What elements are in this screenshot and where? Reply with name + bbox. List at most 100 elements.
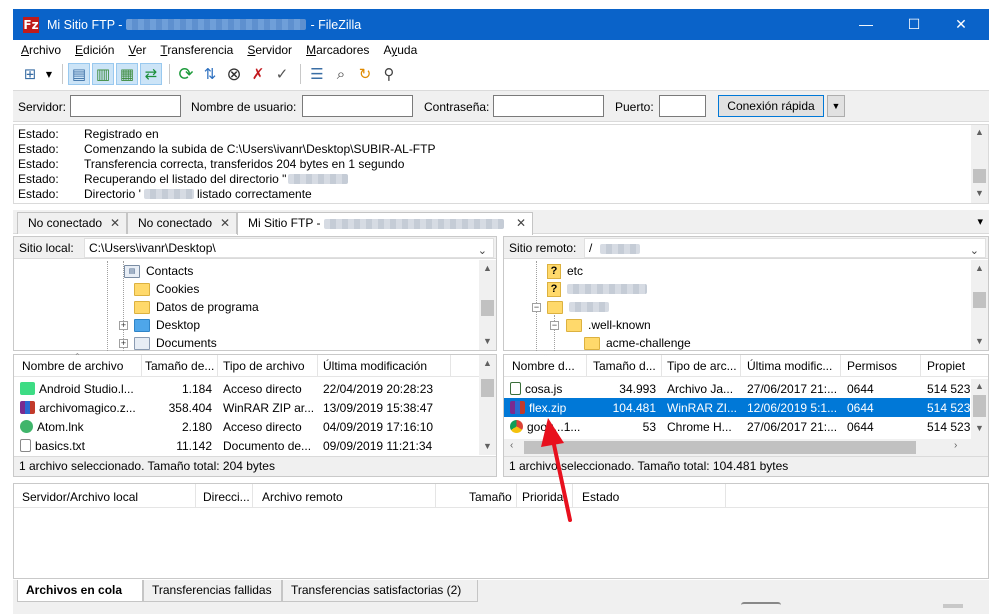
collapse-icon[interactable]: − bbox=[532, 303, 541, 312]
local-tree-item[interactable]: Desktop bbox=[134, 316, 200, 334]
column-separator[interactable] bbox=[217, 355, 218, 377]
local-tree-item[interactable]: Datos de programa bbox=[134, 298, 259, 316]
remote-tree-item[interactable]: .well-known bbox=[566, 316, 651, 334]
menu-archivo[interactable]: Archivo bbox=[21, 43, 61, 57]
close-tab-icon[interactable]: ✕ bbox=[516, 213, 526, 233]
expand-icon[interactable]: + bbox=[119, 321, 128, 330]
server-input[interactable] bbox=[70, 95, 181, 117]
column-header[interactable]: Tamaño bbox=[469, 490, 512, 504]
scroll-thumb[interactable] bbox=[973, 169, 986, 183]
column-header[interactable]: Tamaño d... bbox=[593, 359, 659, 373]
column-header[interactable]: Nombre d... bbox=[512, 359, 584, 373]
maximize-button[interactable]: ☐ bbox=[891, 9, 937, 40]
quickconnect-button[interactable]: Conexión rápida bbox=[718, 95, 824, 117]
close-tab-icon[interactable]: ✕ bbox=[110, 213, 120, 233]
sync-browsing-icon[interactable]: ↻ bbox=[354, 63, 376, 85]
remote-path-combo[interactable]: / ⌄ bbox=[584, 238, 986, 258]
scroll-up-icon[interactable]: ▲ bbox=[971, 381, 988, 391]
local-list-scrollbar[interactable]: ▲ ▼ bbox=[479, 355, 496, 455]
scroll-up-icon[interactable]: ▲ bbox=[479, 263, 496, 273]
column-separator[interactable] bbox=[252, 484, 253, 508]
table-row[interactable]: archivomagico.z... 358.404 WinRAR ZIP ar… bbox=[14, 398, 479, 417]
directory-listing-filters-icon[interactable]: ☰ bbox=[306, 63, 328, 85]
menu-ayuda[interactable]: Ayuda bbox=[383, 43, 417, 57]
toggle-filename-filters-icon[interactable]: ⌕ bbox=[330, 63, 352, 85]
column-header[interactable]: Priorida bbox=[522, 490, 563, 504]
tab-not-connected-2[interactable]: No conectado ✕ bbox=[127, 212, 237, 234]
column-separator[interactable] bbox=[725, 484, 726, 508]
password-input[interactable] bbox=[493, 95, 604, 117]
scroll-down-icon[interactable]: ▼ bbox=[971, 336, 988, 346]
toggle-queue-icon[interactable]: ⇄ bbox=[140, 63, 162, 85]
scroll-thumb[interactable] bbox=[481, 379, 494, 397]
tab-mi-sitio-ftp[interactable]: Mi Sitio FTP - ✕ bbox=[237, 212, 533, 235]
minimize-button[interactable]: — bbox=[843, 9, 889, 40]
column-header[interactable]: Archivo remoto bbox=[262, 490, 343, 504]
table-row-selected[interactable]: flex.zip 104.481 WinRAR ZI... 12/06/2019… bbox=[504, 398, 970, 417]
chevron-down-icon[interactable]: ⌄ bbox=[478, 242, 487, 260]
menu-marcadores[interactable]: Marcadores bbox=[306, 43, 369, 57]
local-tree-item[interactable]: Documents bbox=[134, 334, 217, 352]
column-header[interactable]: Tipo de archivo bbox=[223, 359, 318, 373]
remote-tree-item[interactable]: ? etc bbox=[547, 262, 583, 280]
scroll-thumb[interactable] bbox=[481, 300, 494, 316]
dropdown-arrow-icon[interactable]: ▼ bbox=[43, 63, 55, 85]
column-separator[interactable] bbox=[840, 355, 841, 377]
toggle-remote-tree-icon[interactable]: ▦ bbox=[116, 63, 138, 85]
disconnect-icon[interactable]: ✗ bbox=[247, 63, 269, 85]
menu-transferencia[interactable]: Transferencia bbox=[160, 43, 233, 57]
expand-icon[interactable]: + bbox=[119, 339, 128, 348]
remote-tree-item[interactable]: ? bbox=[547, 280, 647, 298]
table-row[interactable]: goog...1... 53 Chrome H... 27/06/2017 21… bbox=[504, 417, 970, 436]
tab-not-connected-1[interactable]: No conectado ✕ bbox=[17, 212, 127, 234]
scroll-thumb[interactable] bbox=[524, 441, 916, 454]
column-header[interactable]: Última modificación bbox=[323, 359, 448, 373]
scroll-down-icon[interactable]: ▼ bbox=[479, 336, 496, 346]
column-separator[interactable] bbox=[195, 484, 196, 508]
cancel-icon[interactable]: ⊗ bbox=[223, 63, 245, 85]
close-tab-icon[interactable]: ✕ bbox=[220, 213, 230, 233]
column-separator[interactable] bbox=[586, 355, 587, 377]
table-row[interactable]: Atom.lnk 2.180 Acceso directo 04/09/2019… bbox=[14, 417, 479, 436]
chevron-down-icon[interactable]: ⌄ bbox=[970, 242, 979, 260]
tab-queued-files[interactable]: Archivos en cola bbox=[17, 580, 143, 602]
toggle-local-tree-icon[interactable]: ▥ bbox=[92, 63, 114, 85]
scroll-right-icon[interactable]: › bbox=[954, 440, 957, 451]
tabs-menu-icon[interactable]: ▾ bbox=[977, 215, 983, 228]
column-separator[interactable] bbox=[516, 484, 517, 508]
scroll-down-icon[interactable]: ▼ bbox=[479, 441, 496, 451]
scroll-left-icon[interactable]: ‹ bbox=[510, 440, 513, 451]
column-header[interactable]: Tamaño de... bbox=[145, 359, 215, 373]
column-separator[interactable] bbox=[920, 355, 921, 377]
process-queue-icon[interactable]: ⇅ bbox=[199, 63, 221, 85]
column-header[interactable]: Tipo de arc... bbox=[667, 359, 739, 373]
scroll-up-icon[interactable]: ▲ bbox=[971, 127, 988, 137]
menu-servidor[interactable]: Servidor bbox=[247, 43, 292, 57]
reconnect-icon[interactable]: ✓ bbox=[271, 63, 293, 85]
remote-list-scrollbar[interactable]: ▲ ▼ bbox=[971, 379, 988, 439]
toggle-log-icon[interactable]: ▤ bbox=[68, 63, 90, 85]
table-row[interactable]: Android Studio.l... 1.184 Acceso directo… bbox=[14, 379, 479, 398]
scroll-up-icon[interactable]: ▲ bbox=[971, 263, 988, 273]
scroll-thumb[interactable] bbox=[973, 395, 986, 417]
table-row[interactable]: cosa.js 34.993 Archivo Ja... 27/06/2017 … bbox=[504, 379, 970, 398]
column-header[interactable]: Propiet bbox=[927, 359, 987, 373]
quickconnect-history-dropdown[interactable]: ▼ bbox=[827, 95, 845, 117]
column-separator[interactable] bbox=[317, 355, 318, 377]
remote-tree-item[interactable] bbox=[547, 298, 609, 316]
remote-list-hscrollbar[interactable]: ‹ › bbox=[504, 439, 988, 456]
local-path-combo[interactable]: C:\Users\ivanr\Desktop\ ⌄ bbox=[84, 238, 494, 258]
site-manager-icon[interactable]: ⊞ bbox=[19, 63, 41, 85]
scroll-down-icon[interactable]: ▼ bbox=[971, 423, 988, 433]
table-row[interactable]: basics.txt 11.142 Documento de... 09/09/… bbox=[14, 436, 479, 455]
menu-ver[interactable]: Ver bbox=[128, 43, 146, 57]
port-input[interactable] bbox=[659, 95, 706, 117]
column-header[interactable]: Direcci... bbox=[203, 490, 250, 504]
search-icon[interactable]: ⚲ bbox=[378, 63, 400, 85]
local-tree-scrollbar[interactable]: ▲ ▼ bbox=[479, 260, 496, 350]
column-header[interactable]: Última modific... bbox=[747, 359, 837, 373]
column-header[interactable]: Permisos bbox=[847, 359, 917, 373]
scroll-down-icon[interactable]: ▼ bbox=[971, 188, 988, 198]
column-header[interactable]: Estado bbox=[582, 490, 619, 504]
column-separator[interactable] bbox=[450, 355, 451, 377]
